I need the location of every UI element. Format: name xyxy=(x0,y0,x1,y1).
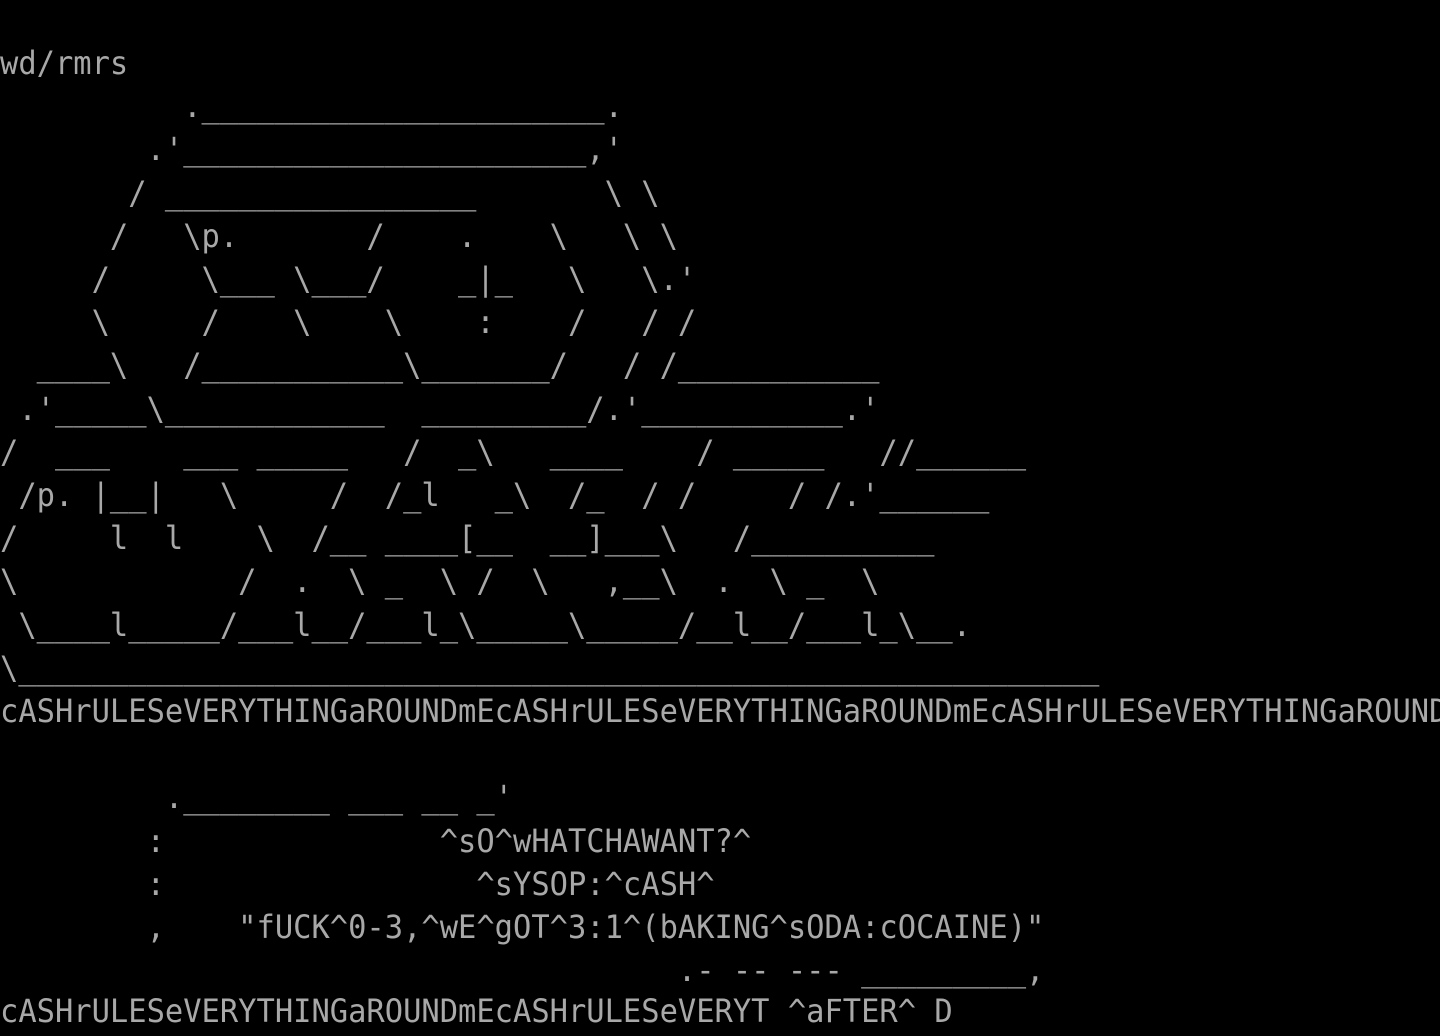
status-marquee-line: cASHrULESeVERYTHINGaROUNDmEcASHrULESeVER… xyxy=(0,992,953,1030)
art-line: / l l \ /__ ____[__ __]___\ /__________ xyxy=(0,519,935,558)
terminal-screen: wd/rmrs .______________________. .'_____… xyxy=(0,0,1440,1036)
art-line: \____l_____/___l__/___l_\_____\_____/__l… xyxy=(0,605,972,644)
art-line: \ / \ \ : / / / xyxy=(0,303,697,342)
art-line: \ / . \ _ \ / \ ,__\ . \ _ \ xyxy=(0,562,880,601)
art-line: / \p. / . \ \ \ xyxy=(0,216,678,255)
art-line: .'_____\____________ _________/.'_______… xyxy=(0,389,880,428)
ansi-art-block: wd/rmrs .______________________. .'_____… xyxy=(0,42,1440,992)
art-line: \_______________________________________… xyxy=(0,648,1100,687)
art-line xyxy=(0,733,1440,776)
art-line: .- -- --- _________, xyxy=(0,951,1045,990)
art-line: : ^sYSOP:^cASH^ xyxy=(0,864,715,903)
art-line: wd/rmrs xyxy=(0,44,129,82)
art-line: / ___ ___ _____ / _\ ____ / _____ //____… xyxy=(0,432,1027,471)
art-line: : ^sO^wHATCHAWANT?^ xyxy=(0,821,752,860)
art-line: / _________________ \ \ xyxy=(0,173,660,212)
art-line: , "fUCK^0-3,^wE^gOT^3:1^(bAKING^sODA:cOC… xyxy=(0,908,1045,947)
art-line: .'______________________,' xyxy=(0,130,623,169)
art-line: .______________________. xyxy=(0,87,623,126)
art-line: ____\ /___________\_______/ / /_________… xyxy=(0,346,880,385)
art-line: cASHrULESeVERYTHINGaROUNDmEcASHrULESeVER… xyxy=(0,692,1440,731)
art-line: /p. |__| \ / /_l _\ /_ / / / /.'______ xyxy=(0,476,990,515)
art-line: / \___ \___/ _|_ \ \.' xyxy=(0,260,697,299)
art-line: .________ ___ __ _' xyxy=(0,778,514,817)
